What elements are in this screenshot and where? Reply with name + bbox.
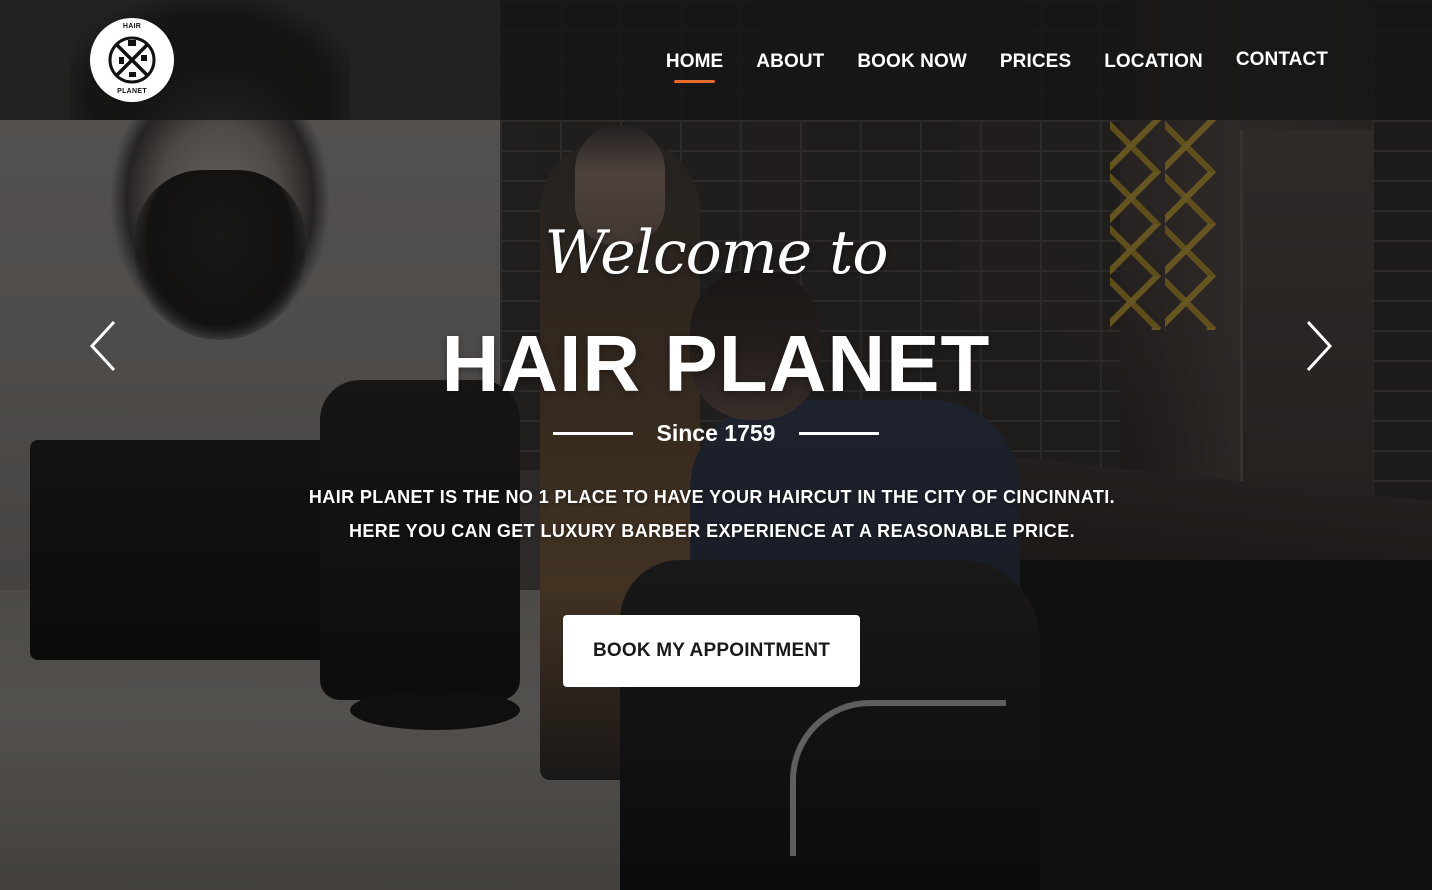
- divider-right: [799, 432, 880, 435]
- nav-prices-label: PRICES: [999, 51, 1072, 72]
- nav-book-now-label: BOOK NOW: [857, 51, 967, 72]
- logo-top-text: HAIR: [122, 23, 142, 30]
- hero-title: HAIR PLANET: [441, 319, 991, 408]
- hero-welcome-script: Welcome to: [544, 218, 889, 288]
- nav-book-now[interactable]: BOOK NOW: [857, 40, 967, 73]
- since-text: Since 1759: [656, 420, 776, 446]
- nav-prices[interactable]: PRICES: [1000, 40, 1071, 73]
- nav-about-label: ABOUT: [756, 51, 825, 72]
- nav-location-label: LOCATION: [1104, 51, 1203, 72]
- nav-home[interactable]: HOME: [665, 40, 724, 83]
- navbar: HAIR PLANET HOME ABOUT BOOK NOW PRICES L…: [0, 0, 1432, 120]
- since-row: Since 1759: [0, 420, 1432, 447]
- hero-description: HAIR PLANET IS THE NO 1 PLACE TO HAVE YO…: [308, 487, 1116, 541]
- main-nav: HOME ABOUT BOOK NOW PRICES LOCATION CONT…: [665, 40, 1328, 83]
- divider-left: [552, 432, 633, 435]
- logo[interactable]: HAIR PLANET: [90, 18, 174, 102]
- crossed-tools-icon: [108, 36, 156, 84]
- nav-home-label: HOME: [665, 51, 724, 72]
- book-appointment-button[interactable]: BOOK MY APPOINTMENT: [563, 615, 860, 687]
- nav-about[interactable]: ABOUT: [756, 40, 824, 73]
- nav-contact[interactable]: CONTACT: [1236, 40, 1328, 71]
- page: HAIR PLANET HOME ABOUT BOOK NOW PRICES L…: [0, 0, 1432, 890]
- active-nav-indicator: [673, 80, 716, 83]
- nav-contact-label: CONTACT: [1235, 49, 1328, 70]
- logo-bottom-text: PLANET: [117, 88, 147, 95]
- nav-location[interactable]: LOCATION: [1104, 40, 1203, 73]
